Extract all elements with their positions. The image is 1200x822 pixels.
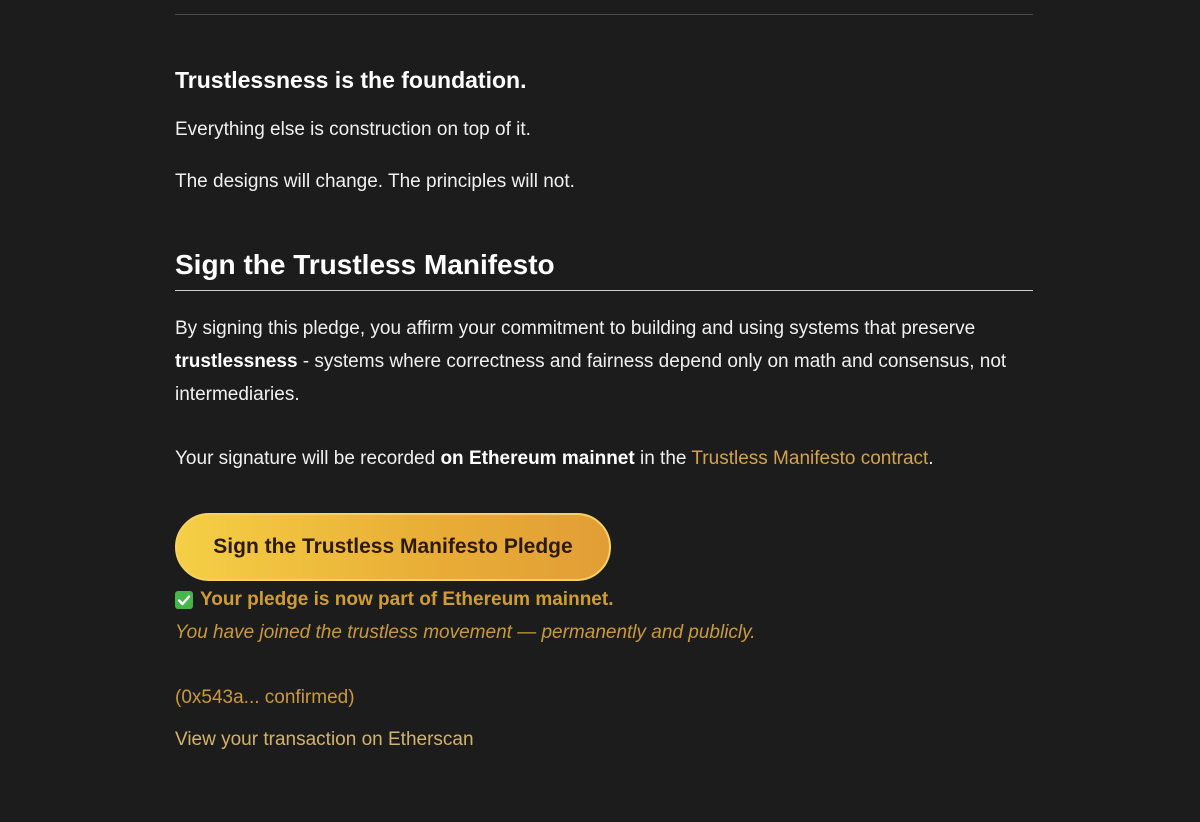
record-bold: on Ethereum mainnet bbox=[440, 448, 635, 469]
record-prefix: Your signature will be recorded bbox=[175, 448, 441, 469]
record-suffix: . bbox=[928, 448, 934, 469]
pledge-description: By signing this pledge, you affirm your … bbox=[175, 312, 1033, 411]
pledge-rest: - systems where correctness and fairness… bbox=[175, 351, 1007, 405]
foundation-heading: Trustlessness is the foundation. bbox=[175, 67, 527, 93]
etherscan-link[interactable]: View your transaction on Etherscan bbox=[175, 727, 474, 753]
joined-message: You have joined the trustless movement —… bbox=[175, 622, 756, 643]
checkmark-icon bbox=[175, 591, 193, 609]
pledge-intro: By signing this pledge, you affirm your … bbox=[175, 318, 976, 339]
pledge-bold-term: trustlessness bbox=[175, 351, 298, 372]
record-middle: in the bbox=[634, 448, 692, 469]
transaction-status: (0x543a... confirmed) bbox=[175, 687, 355, 708]
success-message-row: Your pledge is now part of Ethereum main… bbox=[175, 587, 613, 613]
sign-section-heading: Sign the Trustless Manifesto bbox=[175, 249, 555, 280]
heading-divider bbox=[175, 290, 1033, 291]
foundation-paragraph-2: The designs will change. The principles … bbox=[175, 171, 575, 192]
sign-pledge-button[interactable]: Sign the Trustless Manifesto Pledge bbox=[175, 513, 611, 581]
top-divider bbox=[175, 14, 1033, 15]
success-message: Your pledge is now part of Ethereum main… bbox=[200, 589, 614, 610]
foundation-paragraph-1: Everything else is construction on top o… bbox=[175, 119, 531, 140]
contract-link[interactable]: Trustless Manifesto contract bbox=[691, 448, 928, 469]
record-description: Your signature will be recorded on Ether… bbox=[175, 444, 934, 474]
